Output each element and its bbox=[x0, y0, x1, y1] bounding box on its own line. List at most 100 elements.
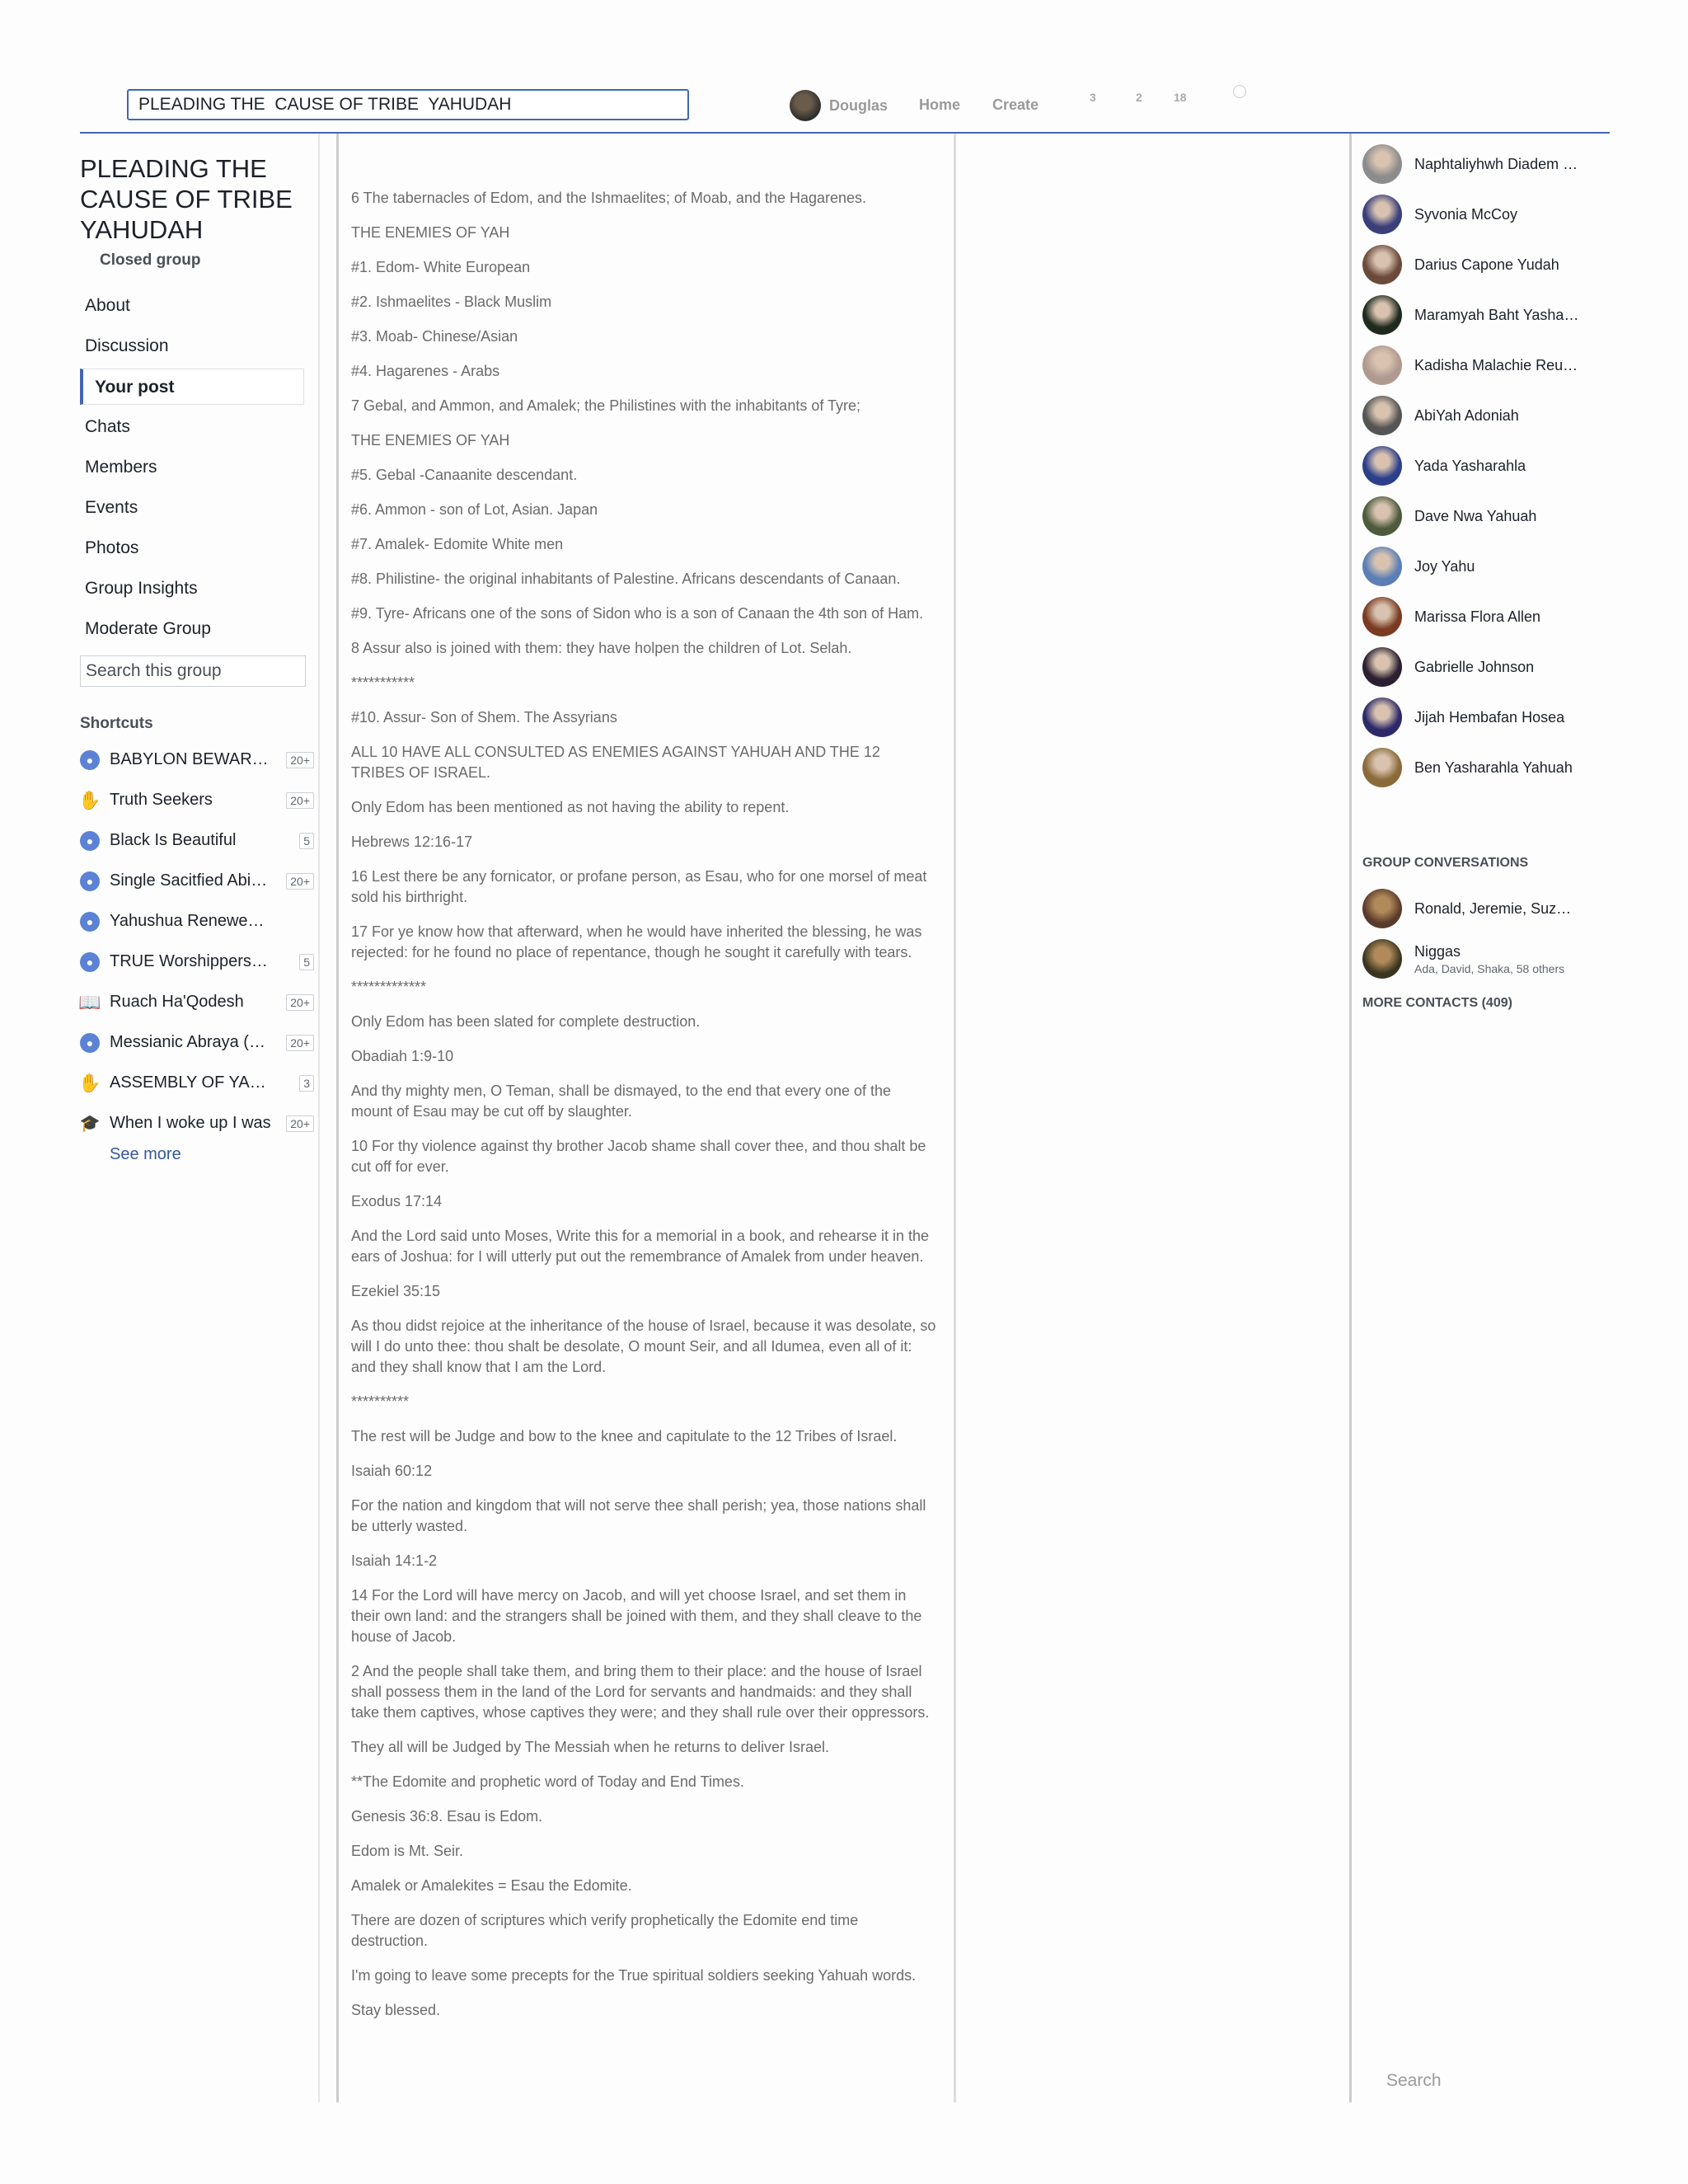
shortcut-badge: 20+ bbox=[286, 993, 314, 1011]
shortcut-list: ● BABYLON BEWARE THE WRATH 20+ ✋ Truth S… bbox=[78, 740, 319, 1144]
contact-avatar bbox=[1362, 144, 1402, 184]
contact-item[interactable]: Yada Yasharahla bbox=[1362, 445, 1579, 486]
post-line: 17 For ye know how that afterward, when … bbox=[351, 923, 922, 960]
group-conversation-item[interactable]: Ronald, Jeremie, Suzanne bbox=[1362, 888, 1579, 929]
contact-avatar bbox=[1362, 446, 1402, 486]
group-icon: ● bbox=[80, 749, 100, 770]
contact-name: AbiYah Adoniah bbox=[1414, 406, 1519, 424]
group-search-input[interactable]: Search this group bbox=[80, 655, 306, 687]
contact-avatar bbox=[1362, 345, 1402, 385]
shortcut-badge: 20+ bbox=[286, 1034, 314, 1051]
help-icon[interactable] bbox=[1233, 85, 1246, 98]
menu-item-your-post[interactable]: Your post bbox=[80, 369, 304, 405]
post-line: *********** bbox=[351, 674, 415, 691]
contact-avatar bbox=[1362, 547, 1402, 586]
shortcut-item[interactable]: 📖 Ruach Ha'Qodesh 20+ bbox=[78, 982, 319, 1022]
menu-item-photos[interactable]: Photos bbox=[80, 530, 304, 566]
shortcut-item[interactable]: 🎓 When I woke up I was 20+ bbox=[80, 1103, 319, 1144]
post-line: Genesis 36:8. Esau is Edom. bbox=[351, 1808, 543, 1825]
group-privacy-label: Closed group bbox=[100, 251, 201, 269]
post-line: THE ENEMIES OF YAH bbox=[351, 432, 510, 449]
post-line: ************* bbox=[351, 979, 427, 995]
contact-avatar bbox=[1362, 295, 1402, 335]
contact-item[interactable]: Kadisha Malachie Reuben bbox=[1362, 345, 1579, 386]
group-conversation-avatar bbox=[1362, 889, 1402, 928]
post-line: ALL 10 HAVE ALL CONSULTED AS ENEMIES AGA… bbox=[351, 744, 880, 781]
post-line: 16 Lest there be any fornicator, or prof… bbox=[351, 868, 927, 905]
shortcut-item[interactable]: ● Yahushua Renewed Covenant bbox=[80, 901, 319, 942]
shortcut-item[interactable]: ● TRUE Worshippers in Spirit 5 bbox=[80, 942, 319, 982]
post-line: Exodus 17:14 bbox=[351, 1193, 443, 1209]
post-line: Stay blessed. bbox=[351, 2002, 441, 2018]
shortcut-label: BABYLON BEWARE THE WRATH bbox=[110, 750, 271, 768]
group-icon: ● bbox=[80, 951, 100, 972]
contact-item[interactable]: Syvonia McCoy bbox=[1362, 194, 1579, 235]
global-search-input[interactable] bbox=[127, 89, 689, 120]
user-avatar bbox=[790, 90, 821, 121]
top-bar: Douglas Home Create 3 2 18 bbox=[0, 0, 1688, 134]
menu-item-moderate-group[interactable]: Moderate Group bbox=[80, 611, 304, 647]
shortcut-label: Ruach Ha'Qodesh bbox=[110, 993, 244, 1011]
contact-avatar bbox=[1362, 647, 1402, 687]
shortcut-item[interactable]: ✋ ASSEMBLY OF YAHUAH 3 bbox=[78, 1063, 319, 1103]
shortcut-item[interactable]: ● Black Is Beautiful 5 bbox=[80, 820, 319, 861]
contact-item[interactable]: Maramyah Baht Yashar'el bbox=[1362, 294, 1579, 336]
contact-item[interactable]: Joy Yahu bbox=[1362, 546, 1579, 587]
shortcut-item[interactable]: ● Messianic Abraya (Hebrews) 20+ bbox=[80, 1022, 319, 1063]
messages-count[interactable]: 2 bbox=[1136, 91, 1142, 104]
contact-item[interactable]: Marissa Flora Allen bbox=[1362, 596, 1579, 637]
contact-avatar bbox=[1362, 396, 1402, 435]
menu-item-events[interactable]: Events bbox=[80, 490, 304, 526]
left-column-divider bbox=[318, 134, 320, 2102]
left-sidebar: PLEADING THE CAUSE OF TRIBE YAHUDAH Clos… bbox=[78, 134, 319, 1164]
contact-name: Kadisha Malachie Reuben bbox=[1414, 356, 1579, 373]
post-line: ********** bbox=[351, 1393, 410, 1410]
shortcut-item[interactable]: ✋ Truth Seekers 20+ bbox=[78, 780, 319, 820]
post-line: #1. Edom- White European bbox=[351, 259, 531, 275]
group-icon: ● bbox=[80, 830, 100, 851]
post-line: THE ENEMIES OF YAH bbox=[351, 224, 510, 241]
menu-item-group-insights[interactable]: Group Insights bbox=[80, 571, 304, 607]
post-line: And the Lord said unto Moses, Write this… bbox=[351, 1228, 930, 1265]
see-more-link[interactable]: See more bbox=[110, 1145, 319, 1164]
menu-item-discussion[interactable]: Discussion bbox=[80, 328, 304, 364]
group-conversation-item[interactable]: Niggas Ada, David, Shaka, 58 others bbox=[1362, 938, 1579, 979]
contact-item[interactable]: Ben Yasharahla Yahuah bbox=[1362, 747, 1579, 788]
contact-item[interactable]: AbiYah Adoniah bbox=[1362, 395, 1579, 436]
shortcut-badge: 20+ bbox=[286, 791, 314, 809]
contact-item[interactable]: Darius Capone Yudah bbox=[1362, 244, 1579, 285]
menu-item-members[interactable]: Members bbox=[80, 449, 304, 486]
home-link[interactable]: Home bbox=[919, 96, 960, 114]
create-link[interactable]: Create bbox=[992, 96, 1039, 114]
post-line: #6. Ammon - son of Lot, Asian. Japan bbox=[351, 501, 598, 518]
shortcut-item[interactable]: ● BABYLON BEWARE THE WRATH 20+ bbox=[80, 740, 319, 780]
friend-requests-count[interactable]: 3 bbox=[1090, 91, 1096, 104]
contact-item[interactable]: Gabrielle Johnson bbox=[1362, 646, 1579, 688]
group-conversation-avatar bbox=[1362, 939, 1402, 979]
post-line: As thou didst rejoice at the inheritance… bbox=[351, 1317, 936, 1375]
profile-link[interactable]: Douglas bbox=[790, 89, 888, 122]
post-line: Hebrews 12:16-17 bbox=[351, 834, 473, 850]
contact-item[interactable]: Jijah Hembafan Hosea bbox=[1362, 697, 1579, 738]
post-line: 8 Assur also is joined with them: they h… bbox=[351, 640, 852, 656]
shortcut-badge: 5 bbox=[299, 832, 314, 849]
shortcut-label: Truth Seekers bbox=[110, 791, 213, 809]
group-title[interactable]: PLEADING THE CAUSE OF TRIBE YAHUDAH bbox=[80, 153, 319, 245]
post-line: #9. Tyre- Africans one of the sons of Si… bbox=[351, 605, 924, 622]
contact-name: Gabrielle Johnson bbox=[1414, 658, 1535, 675]
notifications-count[interactable]: 18 bbox=[1174, 91, 1187, 104]
shortcut-label: ASSEMBLY OF YAHUAH bbox=[110, 1073, 271, 1092]
contact-name: Marissa Flora Allen bbox=[1414, 608, 1541, 625]
chat-search-input[interactable]: Search bbox=[1386, 2071, 1442, 2091]
contact-item[interactable]: Dave Nwa Yahuah bbox=[1362, 496, 1579, 537]
post-line: 2 And the people shall take them, and br… bbox=[351, 1663, 930, 1721]
menu-item-about[interactable]: About bbox=[80, 288, 304, 324]
post-line: Isaiah 14:1-2 bbox=[351, 1552, 438, 1569]
more-contacts-link[interactable]: MORE CONTACTS (409) bbox=[1362, 996, 1512, 1011]
post-line: Amalek or Amalekites = Esau the Edomite. bbox=[351, 1877, 632, 1894]
post-line: The rest will be Judge and bow to the kn… bbox=[351, 1428, 898, 1444]
menu-item-chats[interactable]: Chats bbox=[80, 409, 304, 445]
contact-name: Yada Yasharahla bbox=[1414, 457, 1526, 474]
shortcut-item[interactable]: ● Single Sacitfied Abiding 20+ bbox=[80, 861, 319, 901]
contact-item[interactable]: Naphtaliyhwh Diadem Israel bbox=[1362, 143, 1579, 185]
